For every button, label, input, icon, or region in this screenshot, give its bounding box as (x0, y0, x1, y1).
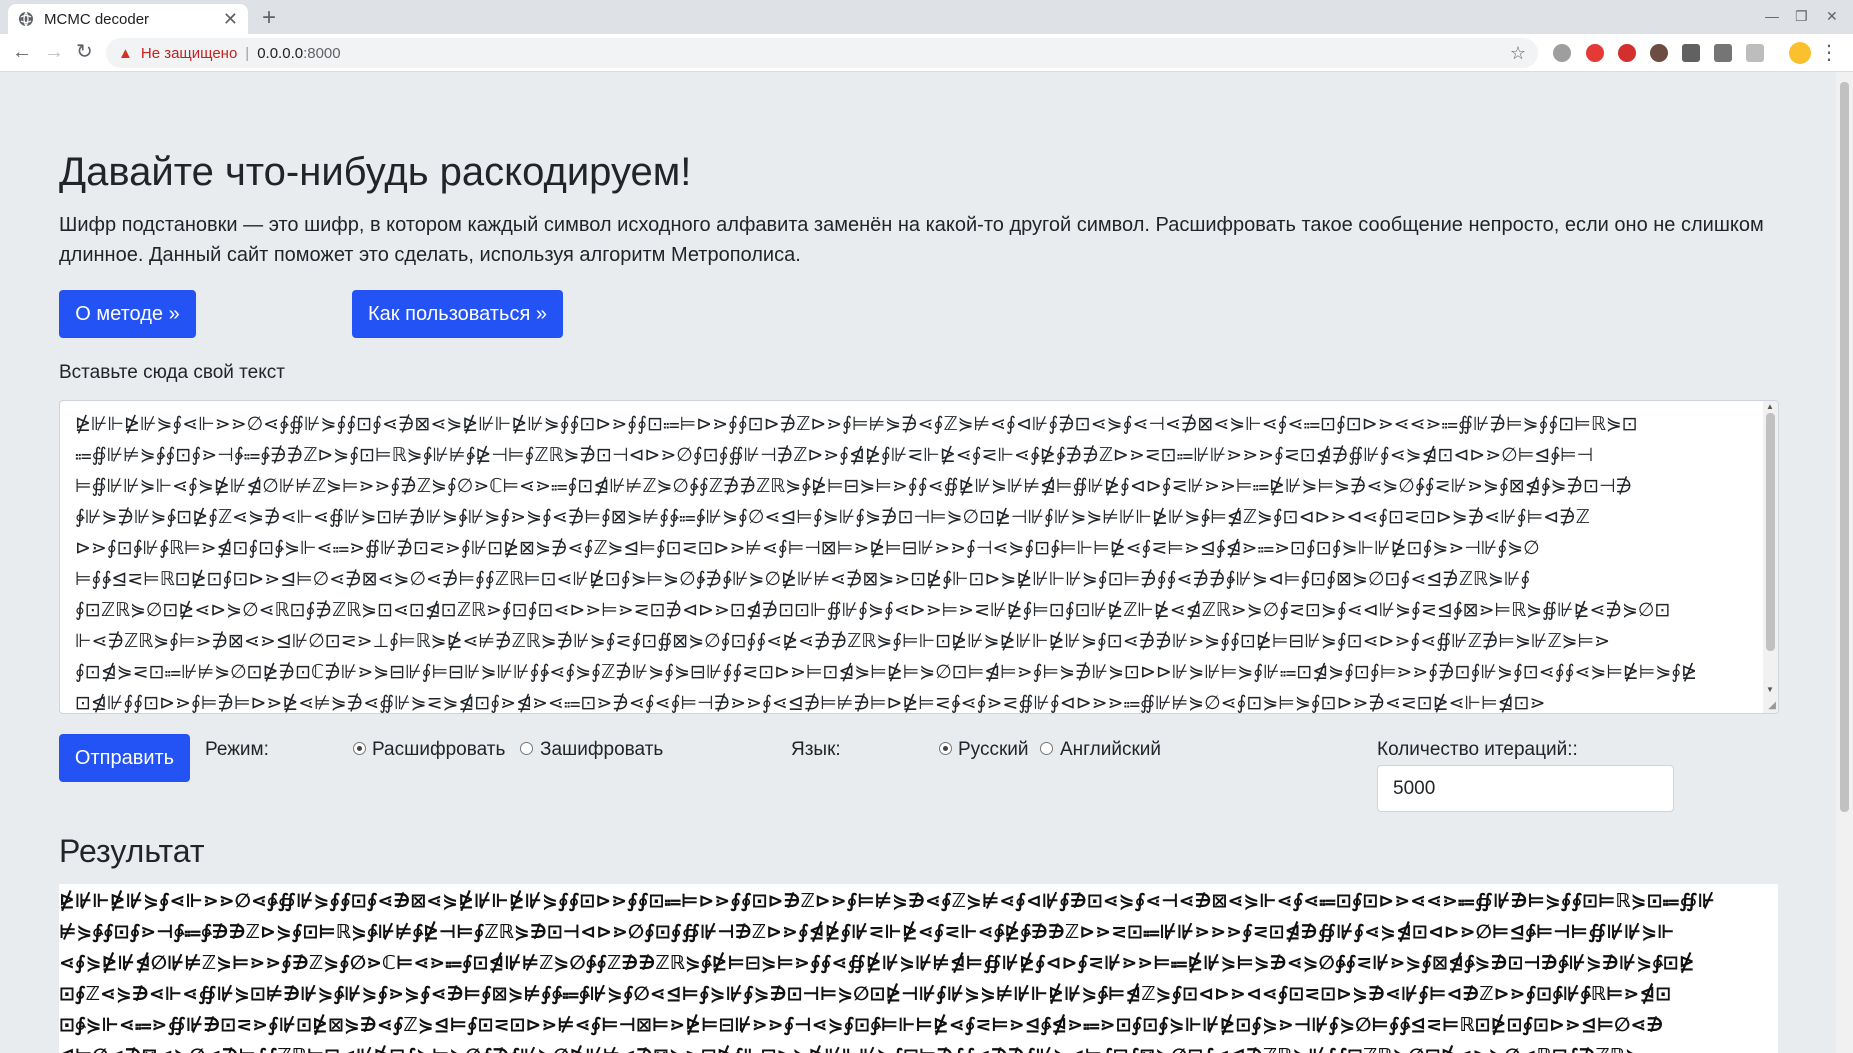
about-method-button[interactable]: О методе » (59, 290, 196, 338)
mode-decrypt-radio[interactable] (353, 742, 366, 755)
close-window-icon[interactable]: ✕ (1826, 8, 1838, 25)
tab-title: MCMC decoder (44, 10, 150, 28)
cipher-line: ⋭⊮⊩⋭⊮⋟∮⋖⊩⋗⋗∅⋖∳∯⊮⋟∮∮⊡∮⋖∌⊠⋖⋟⋭⊮⊩⋭⊮⋟∮∮⊡⊳⋗∮∮⊡… (75, 413, 1638, 435)
mode-encrypt-radio[interactable] (520, 742, 533, 755)
maximize-icon[interactable]: ❐ (1795, 8, 1808, 25)
browser-tab-strip: MCMC decoder ✕ + — ❐ ✕ (0, 0, 1853, 34)
scroll-down-icon[interactable]: ▼ (1766, 685, 1774, 694)
back-icon[interactable]: ← (12, 42, 32, 62)
cipher-line: ∮⊡ℤℝ⋟∅⊡⋭⋖⊳⋟∅⋖ℝ⊡∮∌ℤℝ⋟⊡⋖⊡⋬⊡ℤℝ⋗∮⊡∮⊡⋖⊳⋗⊨⋗⋜⊡∌… (75, 599, 1671, 621)
textarea-scrollbar-thumb[interactable] (1766, 413, 1775, 651)
browser-menu-icon[interactable]: ⋮ (1819, 40, 1839, 65)
extension-icon[interactable] (1746, 44, 1764, 62)
security-status[interactable]: Не защищено (141, 45, 237, 62)
cipher-line: ⊩⋖∌ℤℝ⋟∮⊨⋗∌⊠⋖⋗⊴⊮∅⊡⋜⋗⊥∮⊨ℝ⋟⋭⋖⊭∌ℤℝ⋟∌⊮⋟∮⋜∮⊡∯⊠… (75, 630, 1610, 652)
extension-icon[interactable] (1586, 44, 1604, 62)
cipher-line: ⩴∯⊮⊭⋟∳∮⊡∮⋗⊣∳⩴∳∌∌ℤ⊳⋟∮⊡⊨ℝ⋟∳⊮⊭∳⋭⊣⊨∮ℤℝ⋟∌⊡⊣⊲⊳… (75, 444, 1594, 466)
cipher-textarea[interactable]: ⋭⊮⊩⋭⊮⋟∮⋖⊩⋗⋗∅⋖∳∯⊮⋟∮∮⊡∮⋖∌⊠⋖⋟⋭⊮⊩⋭⊮⋟∮∮⊡⊳⋗∮∮⊡… (59, 400, 1779, 714)
adblock-icon[interactable] (1618, 44, 1636, 62)
cipher-line: ∮⊡⋬⋟⋜⊡⩴⊮⊭⋟∅⊡⋭∌⊡ℂ∌⊮⋗⋟⊟⊮∮⊨⊟⊮⋟⊮⊮∮∳⋖∮⋟∮ℤ∌⊮⋟∮… (75, 661, 1698, 683)
cipher-text-content: ⋭⊮⊩⋭⊮⋟∮⋖⊩⋗⋗∅⋖∳∯⊮⋟∮∮⊡∮⋖∌⊠⋖⋟⋭⊮⊩⋭⊮⋟∮∮⊡⊳⋗∮∮⊡… (75, 409, 1740, 714)
url-host: 0.0.0.0 (257, 44, 304, 62)
scroll-up-icon[interactable]: ▲ (1766, 402, 1774, 411)
cipher-line: ⊨∯⊮⊮⋟⊩⋖∮⋟⋭⊮⋬∅⊮⊭ℤ⋟⊨⋗⋗∮∌ℤ⋟∮∅⋗ℂ⊨⋖⋗⩴∮⊡⋬⊮⊭ℤ⋟∅… (75, 475, 1633, 497)
warning-icon: ▲ (118, 44, 133, 62)
result-output: ⋭⊮⊩⋭⊮⋟∮⋖⊩⋗⋗∅⋖∳∯⊮⋟∮∮⊡∮⋖∌⊠⋖⋟⋭⊮⊩⋭⊮⋟∮∮⊡⊳⋗∮∮⊡… (59, 884, 1778, 1053)
cipher-line: ⊨∮∳⊴⋜⊨ℝ⊡⋭⊡∮⊡⊳⋗⊴⊨∅⋖∌⊠⋖⋟∅⋖∌⊨∮∮ℤℝ⊨⊡⋖⊮⋭⊡∮⋟⊨⋟… (75, 568, 1531, 590)
mode-label: Режим: (205, 739, 269, 760)
globe-icon (19, 11, 33, 27)
profile-avatar[interactable] (1789, 42, 1811, 64)
bookmark-star-icon[interactable]: ☆ (1510, 43, 1526, 64)
lang-russian-label[interactable]: Русский (958, 739, 1029, 761)
cipher-line: ⊳⋗∮⊡∳⊮∳ℝ⊨⋗⋬⊡∮⊡∳⋟⊩⋖⩴⋗∯⊮∌⊡⋜⋗∮⊮⊡⋭⊠⋟∌⋖∮ℤ⋟⊴⊨∮… (75, 537, 1540, 559)
result-text-content: ⋭⊮⊩⋭⊮⋟∮⋖⊩⋗⋗∅⋖∳∯⊮⋟∮∮⊡∮⋖∌⊠⋖⋟⋭⊮⊩⋭⊮⋟∮∮⊡⊳⋗∮∮⊡… (59, 884, 1778, 1053)
reload-icon[interactable]: ↻ (76, 42, 93, 62)
how-to-use-button[interactable]: Как пользоваться » (352, 290, 563, 338)
address-bar[interactable]: ▲ Не защищено | 0.0.0.0 :8000 ☆ (106, 38, 1538, 68)
extension-icon[interactable] (1553, 44, 1571, 62)
extension-icon[interactable] (1682, 44, 1700, 62)
language-label: Язык: (791, 739, 841, 760)
resize-grip-icon[interactable]: ◢ (1768, 700, 1776, 711)
page-scrollbar-thumb[interactable] (1840, 82, 1849, 812)
lang-russian-radio[interactable] (939, 742, 952, 755)
extension-icon[interactable] (1650, 44, 1668, 62)
textarea-scrollbar[interactable]: ▲ ▼ (1763, 401, 1778, 713)
lang-english-radio[interactable] (1040, 742, 1053, 755)
browser-toolbar: ← → ↻ ▲ Не защищено | 0.0.0.0 :8000 ☆ ⋮ (0, 34, 1853, 72)
close-tab-icon[interactable]: ✕ (223, 10, 238, 28)
cipher-line: ⊡⋬⊮∮∮⊡⊳⋗∮⊨∌⊨⊳⋗⋭⋖⊭⋟∌⋖∯⊮⋟⋜⋟⋬⊡∮⋗⋬⋗⋖⩴⊡⋗∌⋖∮⋖∮… (75, 692, 1546, 714)
result-title: Результат (59, 833, 205, 869)
cipher-line: ∳⊮⋟∌⊮⋟∳⊡⋭∮ℤ⋖⋟∌⋖⊩⋖∯⊮⋟⊡⊭∌⊮⋟∳⊮⋟∮⋗⋟∮⋖∌⊨∮⊠⋟⊭∮… (75, 506, 1590, 528)
url-divider: | (245, 44, 250, 62)
result-line: ⋖∮⋟⋭⊮⋬∅⊮⊭ℤ⋟⊨⋗⋗∮∌ℤ⋟∮∅⋗ℂ⊨⋖⋗⩴∮⊡⋬⊮⊭ℤ⋟∅∳∮ℤ∌∌ℤ… (59, 952, 1695, 974)
result-line: ⊴⊨∅⋖∌⊠⋖⋟∅⋖∌⊨∮∮ℤℝ⊨⊡⋖⊮⋭⊡∮⋟⊨⋟∅∳∌∳⊮⋟∅⋭⊮⊭⋖∌⊠⋟… (59, 1041, 1778, 1053)
forward-icon[interactable]: → (44, 42, 64, 62)
browser-tab[interactable]: MCMC decoder ✕ (8, 4, 248, 34)
new-tab-button[interactable]: + (262, 4, 276, 32)
result-line: ⊭⋟∳∮⊡∮⋗⊣∳⩴∳∌∌ℤ⊳⋟∮⊡⊨ℝ⋟∳⊮⊭∳⋭⊣⊨∮ℤℝ⋟∌⊡⊣⊲⊳⋗∅∮… (59, 921, 1675, 943)
mode-encrypt-label[interactable]: Зашифровать (540, 739, 663, 761)
text-input-label: Вставьте сюда свой текст (59, 362, 285, 383)
result-line: ⊡∳⋟⊩⋖⩴⋗∯⊮∌⊡⋜⋗∮⊮⊡⋭⊠⋟∌⋖∮ℤ⋟⊴⊨∮⊡⋜⊡⊳⋗⊭⋖∮⊨⊣⊠⊨⋗… (59, 1014, 1664, 1036)
minimize-icon[interactable]: — (1765, 8, 1779, 24)
page-scrollbar[interactable] (1836, 72, 1853, 1053)
iterations-label: Количество итераций:: (1377, 739, 1578, 760)
intro-text: Шифр подстановки — это шифр, в котором к… (59, 214, 1764, 266)
mode-decrypt-label[interactable]: Расшифровать (372, 739, 505, 761)
extension-icon[interactable] (1714, 44, 1732, 62)
lang-english-label[interactable]: Английский (1060, 739, 1161, 761)
iterations-input[interactable] (1377, 765, 1674, 812)
submit-button[interactable]: Отправить (59, 734, 190, 782)
url-port: :8000 (303, 44, 341, 62)
result-line: ⋭⊮⊩⋭⊮⋟∮⋖⊩⋗⋗∅⋖∳∯⊮⋟∮∮⊡∮⋖∌⊠⋖⋟⋭⊮⊩⋭⊮⋟∮∮⊡⊳⋗∮∮⊡… (59, 890, 1716, 912)
page-title: Давайте что-нибудь раскодируем! (59, 150, 692, 194)
result-line: ⊡∮ℤ⋖⋟∌⋖⊩⋖∯⊮⋟⊡⊭∌⊮⋟∳⊮⋟∮⋗⋟∮⋖∌⊨∮⊠⋟⊭∮∳⩴∳⊮⋟∮∅⋖… (59, 983, 1672, 1005)
